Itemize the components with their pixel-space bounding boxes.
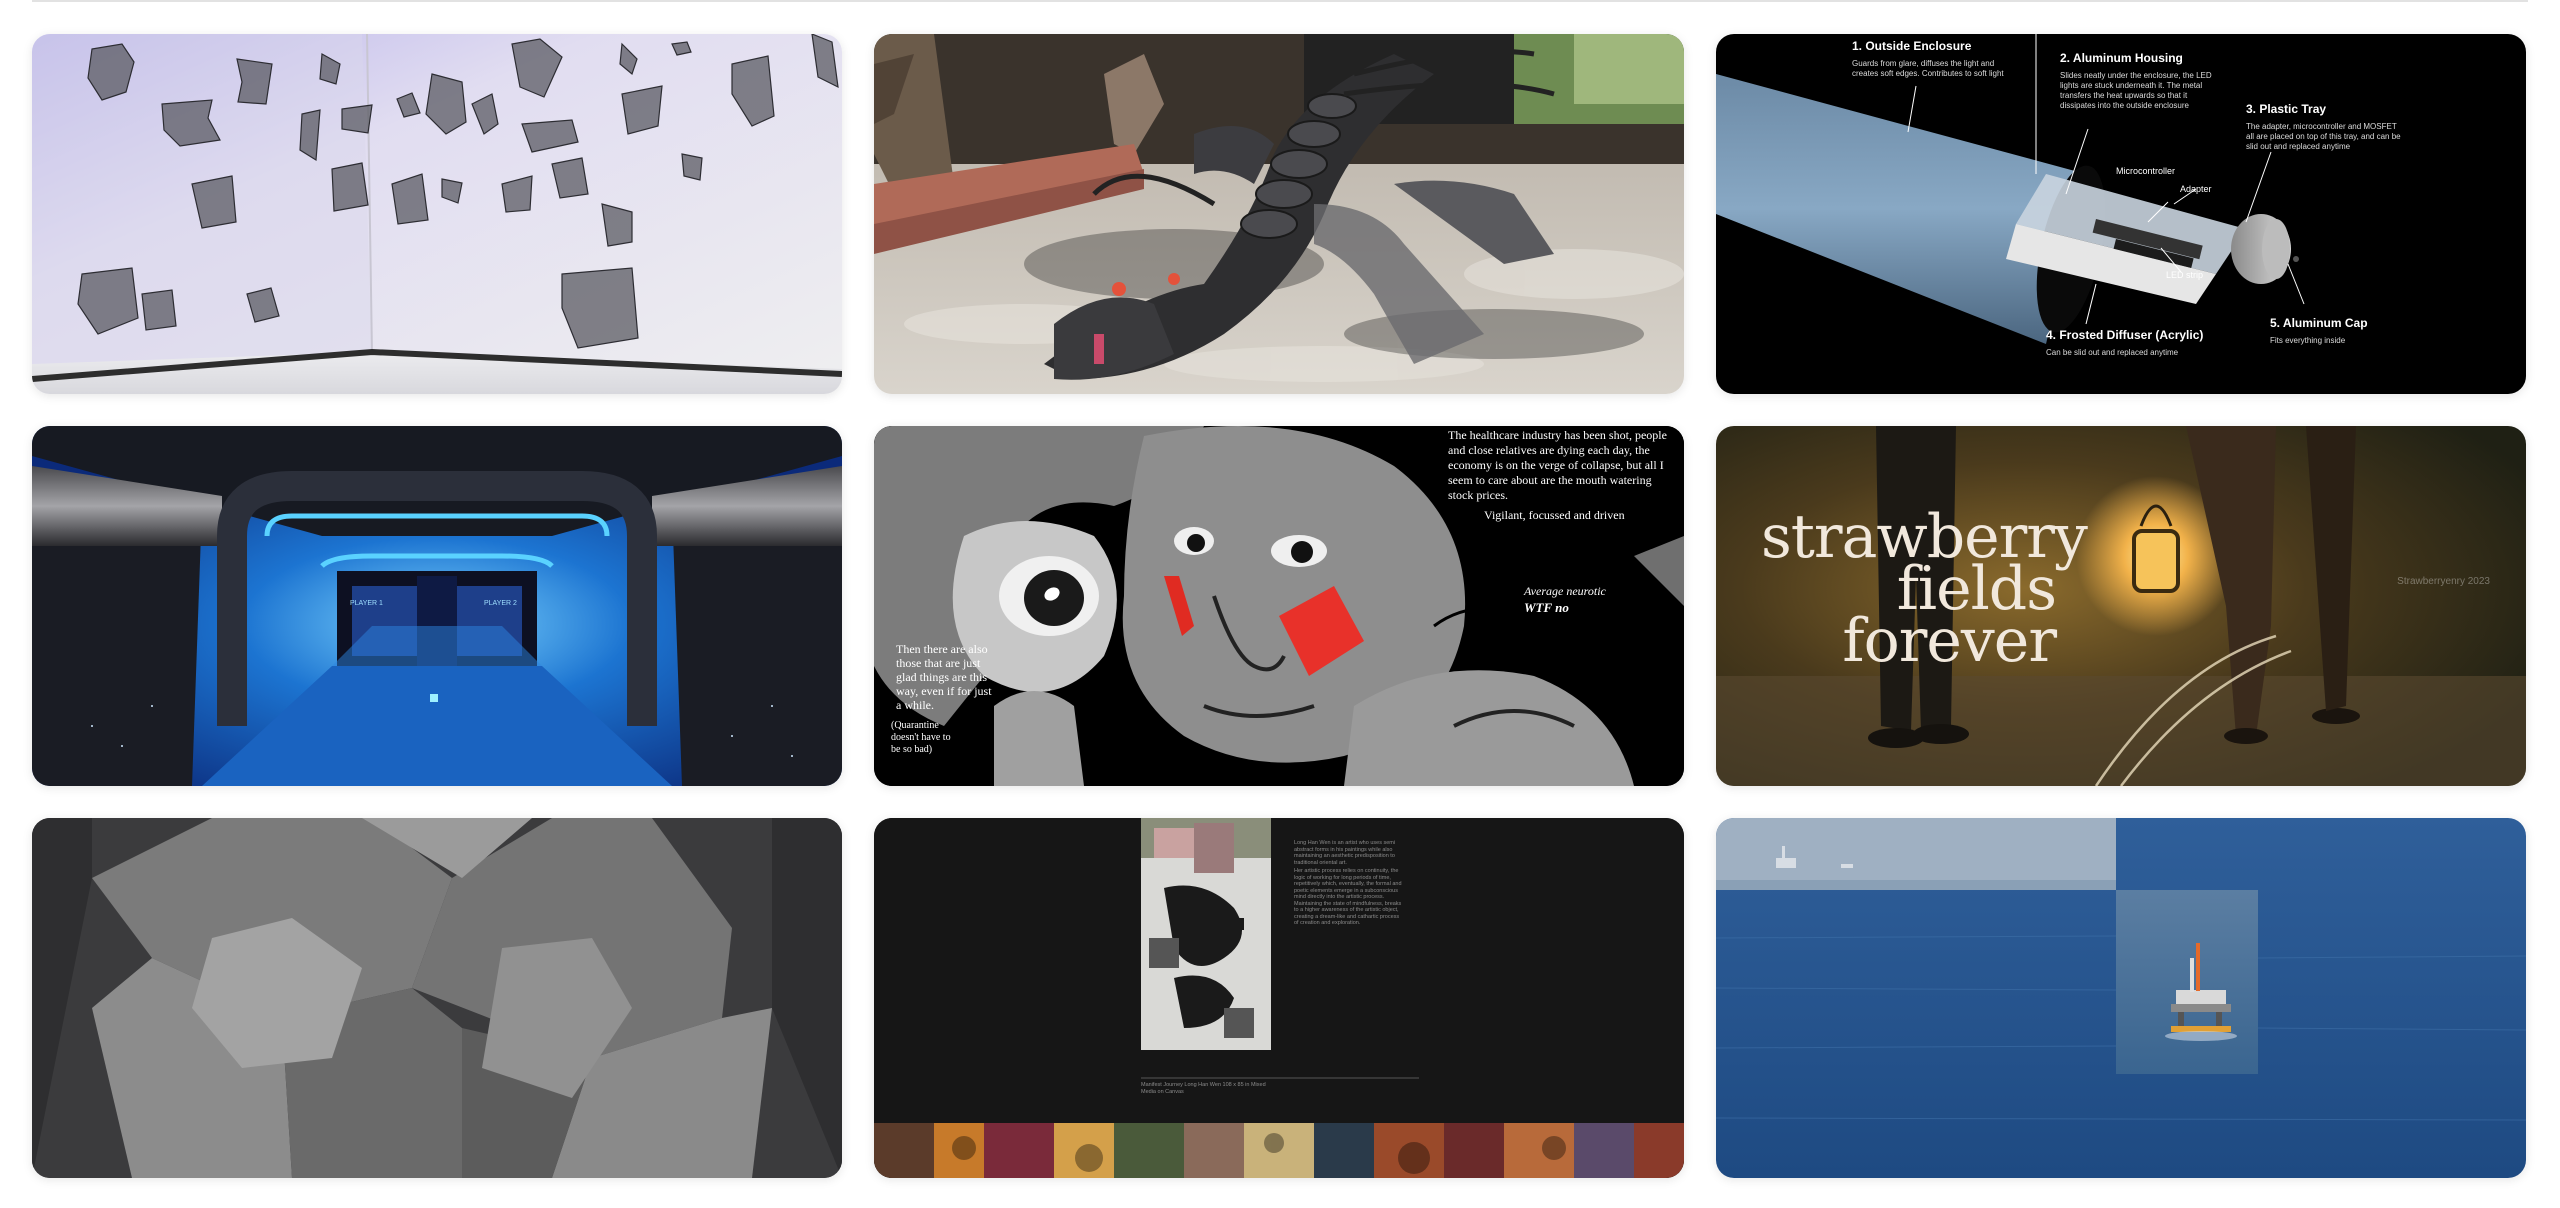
label-outside-enclosure: 1. Outside Enclosure Guards from glare, … [1852, 39, 2012, 79]
text-glad-things: Then there are also those that are just … [896, 642, 992, 712]
label-desc: Slides neatly under the enclosure, the L… [2060, 71, 2212, 110]
project-card-paper-sculptures[interactable] [32, 34, 842, 394]
dodecahedron-image [32, 818, 842, 1178]
label-title: 1. Outside Enclosure [1852, 39, 1972, 53]
project-card-long-han-wen[interactable]: Long Han Wen is an artist who uses semi … [874, 818, 1684, 1178]
artist-bio-para2: Her artistic process relies on continuit… [1294, 868, 1402, 926]
project-card-strawberry-fields[interactable]: strawberry fields forever Strawberryenry… [1716, 426, 2526, 786]
label-desc: Can be slid out and replaced anytime [2046, 348, 2179, 357]
label-title: 5. Aluminum Cap [2270, 316, 2368, 330]
text-healthcare-industry: The healthcare industry has been shot, p… [1448, 428, 1667, 502]
label-title: 4. Frosted Diffuser (Acrylic) [2046, 328, 2204, 342]
label-adapter: Adapter [2180, 184, 2212, 194]
label-desc: The adapter, microcontroller and MOSFET … [2246, 122, 2401, 151]
text-wtf-no: WTF no [1524, 600, 1569, 615]
strawberry-watermark: Strawberryenry 2023 [2397, 576, 2490, 587]
label-frosted-diffuser: 4. Frosted Diffuser (Acrylic) Can be sli… [2046, 328, 2216, 358]
text-vigilant: Vigilant, focussed and driven [1484, 508, 1625, 522]
strawberry-fields-title: strawberry fields forever [1761, 507, 2088, 676]
ocean-rig-image [1716, 818, 2526, 1178]
project-card-scifi-corridor[interactable]: PLAYER 1 PLAYER 2 [32, 426, 842, 786]
dragon-sculpture-image [874, 34, 1684, 394]
label-led-strip: LED strip [2166, 270, 2204, 280]
scifi-corridor-image [32, 426, 842, 786]
artwork-caption: Manifest Journey Long Han Wen 108 x 85 i… [1141, 1082, 1266, 1088]
project-card-dodecahedron[interactable] [32, 818, 842, 1178]
project-grid: 1. Outside Enclosure Guards from glare, … [32, 34, 2526, 1178]
project-card-dragon[interactable] [874, 34, 1684, 394]
label-aluminum-cap: 5. Aluminum Cap Fits everything inside [2270, 316, 2410, 346]
artwork-caption-2: Media on Canvas [1141, 1089, 1184, 1095]
artist-bio-para1: Long Han Wen is an artist who uses semi … [1294, 840, 1396, 866]
project-card-healthcare-illustration[interactable]: The healthcare industry has been shot, p… [874, 426, 1684, 786]
long-han-wen-image [874, 818, 1684, 1178]
label-title: 3. Plastic Tray [2246, 102, 2327, 116]
top-divider [32, 0, 2528, 2]
player1-label: PLAYER 1 [350, 600, 383, 607]
title-line: forever [1842, 606, 2057, 676]
project-card-lamp-diagram[interactable]: 1. Outside Enclosure Guards from glare, … [1716, 34, 2526, 394]
label-title: 2. Aluminum Housing [2060, 51, 2183, 65]
paper-sculpture-image [32, 34, 842, 394]
player2-label: PLAYER 2 [484, 600, 517, 607]
text-quarantine: (Quarantine doesn't have to be so bad) [891, 720, 951, 755]
label-microcontroller: Microcontroller [2116, 166, 2176, 176]
text-average-neurotic: Average neurotic [1524, 584, 1606, 598]
label-desc: Guards from glare, diffuses the light an… [1852, 59, 2004, 78]
project-card-ocean-rig[interactable] [1716, 818, 2526, 1178]
label-plastic-tray: 3. Plastic Tray The adapter, microcontro… [2246, 102, 2406, 152]
label-aluminum-housing: 2. Aluminum Housing Slides neatly under … [2060, 51, 2220, 111]
label-desc: Fits everything inside [2270, 336, 2346, 345]
